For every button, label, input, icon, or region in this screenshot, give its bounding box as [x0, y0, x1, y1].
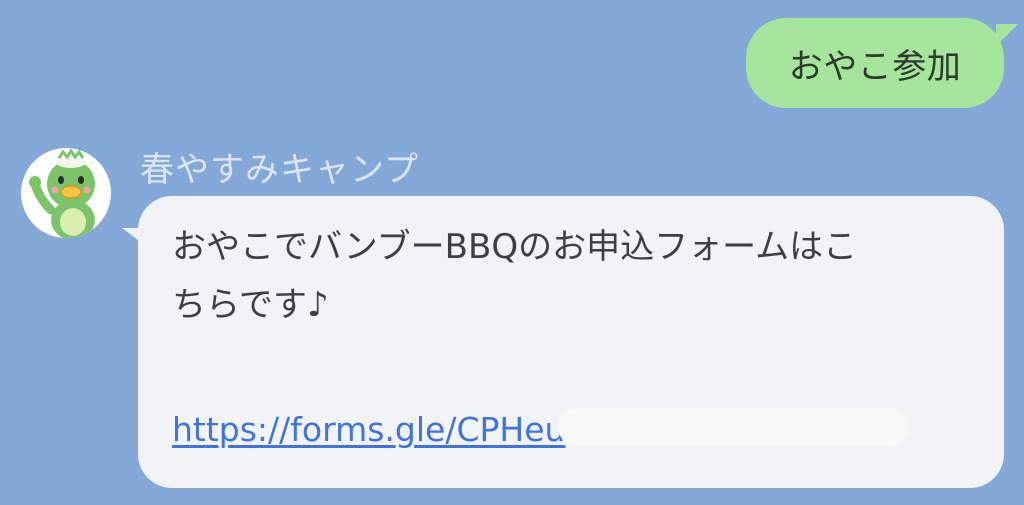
outgoing-message-bubble[interactable]: おやこ参加	[746, 18, 1004, 108]
incoming-message-bubble[interactable]: おやこでバンブーBBQのお申込フォームはこ ちらです♪ https://form…	[138, 196, 1004, 488]
sender-avatar[interactable]	[21, 148, 111, 238]
chat-area: おやこ参加 春やすみキャンプ おやこでバンブーBBQのお申込フォームはこ ちらで…	[0, 0, 1024, 505]
incoming-message-text: おやこでバンブーBBQのお申込フォームはこ ちらです♪	[172, 227, 858, 325]
outgoing-message-text: おやこ参加	[788, 46, 962, 87]
kappa-mascot-icon	[29, 148, 95, 238]
form-link[interactable]: https://forms.gle/CPHeu	[172, 410, 565, 449]
redaction-overlay	[558, 408, 908, 446]
sender-name: 春やすみキャンプ	[140, 150, 419, 190]
